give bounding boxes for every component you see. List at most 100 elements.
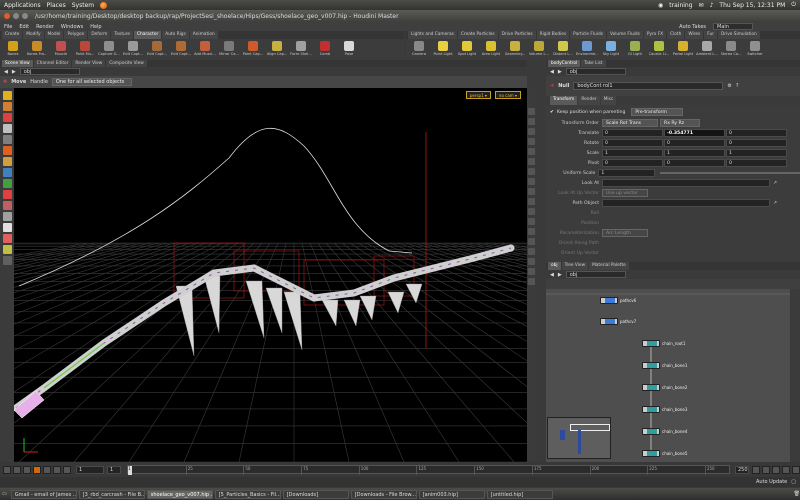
toolbox-tool-icon[interactable] — [2, 157, 12, 166]
parameter-folder-tab-0[interactable]: Transform — [550, 96, 578, 105]
viewport-tab-2[interactable]: Render View — [72, 60, 106, 67]
shelf-tool-right-12[interactable]: Ambient L... — [696, 39, 718, 60]
window-titlebar[interactable]: /usr/home/training/Desktop/desktop backu… — [0, 10, 800, 22]
param-value-field[interactable]: 0 — [602, 139, 663, 147]
param-value-field[interactable]: -0.354771 — [664, 129, 725, 137]
shelf-tool-12[interactable]: Form Shel... — [290, 39, 312, 60]
shelf-tab-6[interactable]: Character — [134, 31, 162, 39]
shelf-tool-right-10[interactable]: Caustic Li... — [648, 39, 670, 60]
display-option-icon[interactable] — [528, 178, 535, 185]
display-option-icon[interactable] — [528, 108, 535, 115]
play-reverse-button[interactable] — [23, 465, 31, 474]
toolbox-tool-icon[interactable] — [2, 168, 12, 177]
node-tile[interactable] — [642, 428, 660, 435]
keyframe-icon[interactable] — [752, 465, 760, 474]
persp-camera-menu[interactable]: persp1 ▾ — [465, 91, 491, 99]
shelf-tab-right-2[interactable]: Drive Particles — [498, 31, 536, 39]
shelf-tool-11[interactable]: Align Cap... — [266, 39, 288, 60]
trash-icon[interactable]: 🗑 — [794, 491, 800, 497]
network-node[interactable]: pathcv6 — [600, 297, 636, 304]
shelf-tab-5[interactable]: Texture — [111, 31, 134, 39]
shelf-tool-right-5[interactable]: Volume L... — [528, 39, 550, 60]
taskbar-window-button[interactable]: [untitled.hip] — [486, 489, 553, 499]
node-tile[interactable] — [600, 297, 618, 304]
shelf-tab-right-7[interactable]: Cloth — [667, 31, 685, 39]
shelf-tool-4[interactable]: Capture G... — [98, 39, 120, 60]
taskbar-window-button[interactable]: [Downloads] — [282, 489, 349, 499]
display-option-icon[interactable] — [528, 248, 535, 255]
realtime-icon[interactable] — [772, 465, 780, 474]
menu-file[interactable]: File — [4, 24, 12, 30]
toolbox-tool-icon[interactable] — [2, 124, 12, 133]
shelf-tool-13[interactable]: Comb — [314, 39, 336, 60]
network-path[interactable]: obj — [565, 271, 626, 278]
back-arrow-icon[interactable]: ◀ — [550, 69, 554, 75]
shelf-tab-7[interactable]: Auto Rigs — [162, 31, 189, 39]
network-node[interactable]: chain_bone5 — [642, 450, 687, 457]
step-back-button[interactable] — [13, 465, 21, 474]
shelf-tool-right-4[interactable]: Geometry... — [504, 39, 526, 60]
display-option-icon[interactable] — [528, 128, 535, 135]
system-menu[interactable]: System — [72, 2, 94, 9]
param-value-field[interactable]: 0 — [602, 159, 663, 167]
desktop-select[interactable]: Main — [713, 23, 753, 30]
param-value-field[interactable]: 0 — [664, 139, 725, 147]
auto-takes-label[interactable]: Auto Takes — [679, 24, 706, 30]
toolbox-tool-icon[interactable] — [2, 234, 12, 243]
mail-icon[interactable]: ✉ — [699, 2, 704, 9]
back-arrow-icon[interactable]: ◀ — [4, 69, 8, 75]
display-option-icon[interactable] — [528, 268, 535, 275]
node-name-field[interactable]: bodyCont rol1 — [573, 82, 724, 90]
shelf-tool-7[interactable]: Edit Capt... — [170, 39, 192, 60]
toolbox-tool-icon[interactable] — [2, 190, 12, 199]
parameter-tab-1[interactable]: Take List — [581, 60, 606, 67]
network-tab-1[interactable]: Tree View — [561, 262, 589, 270]
toolbox-tool-icon[interactable] — [2, 212, 12, 221]
no-cam-menu[interactable]: no cam ▾ — [494, 91, 521, 99]
shelf-tool-6[interactable]: Edit Capt... — [146, 39, 168, 60]
param-menu[interactable]: Rx Ry Rz — [660, 119, 700, 127]
toolbox-tool-icon[interactable] — [2, 179, 12, 188]
network-minimap[interactable] — [547, 417, 611, 459]
viewport-tab-1[interactable]: Channel Editor — [33, 60, 72, 67]
shelf-tool-right-14[interactable]: Switcher — [744, 39, 766, 60]
shelf-tool-right-13[interactable]: Stereo Ca... — [720, 39, 742, 60]
display-option-icon[interactable] — [528, 208, 535, 215]
toolbox-tool-icon[interactable] — [2, 223, 12, 232]
shelf-tab-right-10[interactable]: Drive Simulation — [717, 31, 760, 39]
param-menu[interactable]: Use up vector — [602, 189, 648, 197]
viewport-path[interactable]: obj — [19, 68, 80, 75]
network-tab-2[interactable]: Material Palette — [589, 262, 629, 270]
parameter-folder-tab-1[interactable]: Render — [578, 96, 600, 105]
shelf-tool-right-9[interactable]: GI Light — [624, 39, 646, 60]
toolbox-tool-icon[interactable] — [2, 135, 12, 144]
display-option-icon[interactable] — [528, 188, 535, 195]
shelf-tab-right-8[interactable]: Wires — [685, 31, 704, 39]
shelf-tool-1[interactable]: Bones Fro... — [26, 39, 48, 60]
shelf-tab-2[interactable]: Model — [44, 31, 64, 39]
timeline-cursor[interactable]: 1 — [128, 466, 132, 475]
display-option-icon[interactable] — [528, 258, 535, 265]
forward-arrow-icon[interactable]: ▶ — [558, 69, 562, 75]
taskbar-window-button[interactable]: [anim003.hip] — [418, 489, 485, 499]
viewport-canvas[interactable] — [14, 88, 527, 462]
param-value-field[interactable]: 1 — [602, 149, 663, 157]
shelf-tool-right-8[interactable]: Sky Light — [600, 39, 622, 60]
param-value-field[interactable]: 0 — [602, 129, 663, 137]
shelf-tool-right-6[interactable]: Distant L... — [552, 39, 574, 60]
minimize-window-button[interactable] — [13, 13, 19, 19]
user-name[interactable]: training — [669, 2, 692, 9]
menu-help[interactable]: Help — [90, 24, 101, 30]
menu-edit[interactable]: Edit — [19, 24, 29, 30]
viewport-tab-0[interactable]: Scene View — [2, 60, 33, 67]
display-option-icon[interactable] — [528, 168, 535, 175]
firefox-icon[interactable] — [100, 1, 108, 9]
shelf-tab-0[interactable]: Create — [2, 31, 23, 39]
network-node[interactable]: pathcv7 — [600, 318, 636, 325]
viewport-tab-3[interactable]: Composite View — [106, 60, 147, 67]
back-arrow-icon[interactable]: ◀ — [550, 272, 554, 278]
display-option-icon[interactable] — [528, 278, 535, 285]
shelf-tool-right-11[interactable]: Portal Light — [672, 39, 694, 60]
play-button[interactable] — [43, 465, 51, 474]
chooser-icon[interactable]: ↗ — [773, 201, 777, 206]
